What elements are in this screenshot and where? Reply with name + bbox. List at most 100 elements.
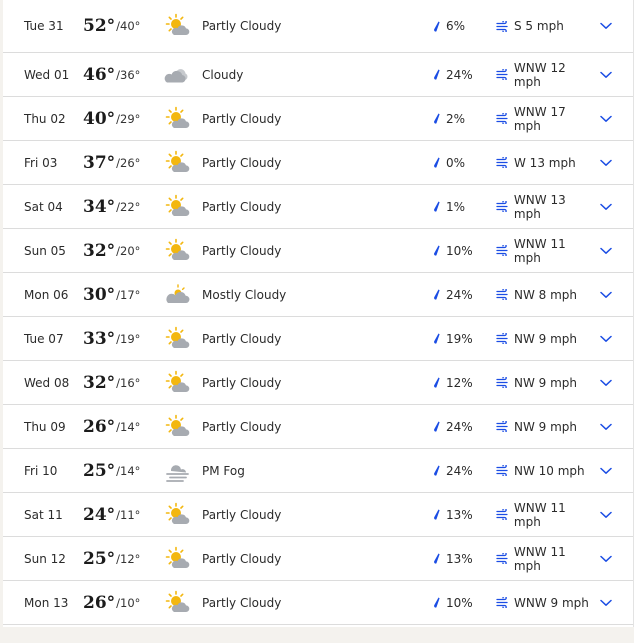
forecast-row[interactable]: Sat 04 34° /22° Partly Cloudy 1% WNW 13 … (3, 185, 633, 229)
wind-value: WNW 12 mph (513, 60, 566, 89)
raindrop-icon (434, 421, 440, 432)
forecast-row[interactable]: Thu 09 26° /14° Partly Cloudy 24% NW 9 m… (3, 405, 633, 449)
precip-chance: 19% (446, 331, 473, 346)
temperature: 30° /17° (83, 273, 161, 316)
high-temp: 32° (83, 240, 116, 261)
weather-icon (164, 229, 192, 272)
wind-value: NW 9 mph (514, 331, 578, 346)
wind: NW 10 mph (496, 449, 596, 492)
wind: WNW 12 mph (496, 53, 596, 96)
chevron-down-icon (600, 159, 612, 166)
precip-chance: 24% (446, 67, 473, 82)
chevron-down-icon (600, 379, 612, 386)
raindrop-icon (434, 509, 440, 520)
raindrop-icon (434, 289, 440, 300)
chevron-down-icon (600, 599, 612, 606)
wind: WNW 9 mph (496, 581, 596, 624)
precipitation: 0% (433, 141, 488, 184)
forecast-row[interactable]: Tue 31 52° /40° Partly Cloudy 6% S 5 mph (3, 0, 633, 53)
expand-row-button[interactable] (595, 0, 617, 52)
weather-icon (164, 449, 192, 492)
wind-value: WNW 9 mph (514, 595, 589, 610)
raindrop-icon (434, 245, 440, 256)
expand-row-button[interactable] (595, 97, 617, 140)
day-label: Sun 12 (24, 551, 66, 566)
weather-icon (164, 317, 192, 360)
forecast-row[interactable]: Sun 12 25° /12° Partly Cloudy 13% WNW 11… (3, 537, 633, 581)
precip-chance: 10% (446, 243, 473, 258)
raindrop-icon (434, 553, 440, 564)
low-temp: /19° (116, 331, 141, 346)
mostly-cloudy-icon (166, 283, 190, 303)
expand-row-button[interactable] (595, 273, 617, 316)
wind-icon (496, 201, 508, 212)
wind: WNW 17 mph (496, 97, 596, 140)
temperature: 33° /19° (83, 317, 161, 360)
expand-row-button[interactable] (595, 493, 617, 536)
expand-row-button[interactable] (595, 141, 617, 184)
chevron-down-icon (600, 291, 612, 298)
wind: WNW 11 mph (496, 493, 596, 536)
raindrop-icon (434, 113, 440, 124)
wind: NW 9 mph (496, 361, 596, 404)
cloudy-icon (164, 68, 188, 82)
expand-row-button[interactable] (595, 361, 617, 404)
precipitation: 1% (433, 185, 488, 228)
temperature: 40° /29° (83, 97, 161, 140)
raindrop-icon (434, 201, 440, 212)
wind: S 5 mph (496, 0, 596, 52)
precipitation: 10% (433, 229, 488, 272)
condition-text: Partly Cloudy (202, 155, 282, 170)
expand-row-button[interactable] (595, 449, 617, 492)
temperature: 46° /36° (83, 53, 161, 96)
forecast-row[interactable]: Thu 02 40° /29° Partly Cloudy 2% WNW 17 … (3, 97, 633, 141)
high-temp: 24° (83, 504, 116, 525)
forecast-row[interactable]: Sat 11 24° /11° Partly Cloudy 13% WNW 11… (3, 493, 633, 537)
forecast-row[interactable]: Sun 05 32° /20° Partly Cloudy 10% WNW 11… (3, 229, 633, 273)
condition-text: Partly Cloudy (202, 507, 282, 522)
low-temp: /40° (116, 19, 141, 33)
condition-text: Partly Cloudy (202, 111, 282, 126)
forecast-row[interactable]: Mon 06 30° /17° Mostly Cloudy 24% NW 8 m… (3, 273, 633, 317)
low-temp: /26° (116, 155, 141, 170)
precipitation: 12% (433, 361, 488, 404)
precipitation: 19% (433, 317, 488, 360)
expand-row-button[interactable] (595, 53, 617, 96)
precip-chance: 24% (446, 287, 473, 302)
forecast-row[interactable]: Fri 03 37° /26° Partly Cloudy 0% W 13 mp… (3, 141, 633, 185)
raindrop-icon (434, 21, 440, 32)
wind: WNW 13 mph (496, 185, 596, 228)
expand-row-button[interactable] (595, 581, 617, 624)
expand-row-button[interactable] (595, 537, 617, 580)
expand-row-button[interactable] (595, 185, 617, 228)
chevron-down-icon (600, 335, 612, 342)
temperature: 52° /40° (83, 0, 161, 52)
forecast-row[interactable]: Mon 13 26° /10° Partly Cloudy 10% WNW 9 … (3, 581, 633, 625)
expand-row-button[interactable] (595, 229, 617, 272)
partly-cloudy-icon (165, 194, 190, 216)
high-temp: 33° (83, 328, 116, 349)
condition-text: Partly Cloudy (202, 199, 282, 214)
day-label: Sun 05 (24, 243, 66, 258)
day-label: Fri 03 (24, 155, 58, 170)
forecast-row[interactable]: Fri 10 25° /14° PM Fog 24% NW 10 mph (3, 449, 633, 493)
raindrop-icon (434, 333, 440, 344)
low-temp: /11° (116, 507, 141, 522)
precipitation: 24% (433, 53, 488, 96)
condition-text: Partly Cloudy (202, 375, 282, 390)
temperature: 25° /14° (83, 449, 161, 492)
wind-value: NW 9 mph (514, 375, 578, 390)
day-label: Mon 13 (24, 595, 69, 610)
forecast-row[interactable]: Wed 08 32° /16° Partly Cloudy 12% NW 9 m… (3, 361, 633, 405)
partly-cloudy-icon (165, 370, 190, 392)
wind: NW 9 mph (496, 317, 596, 360)
partly-cloudy-icon (165, 414, 190, 436)
forecast-row[interactable]: Wed 01 46° /36° Cloudy 24% WNW 12 mph (3, 53, 633, 97)
forecast-row[interactable]: Tue 07 33° /19° Partly Cloudy 19% NW 9 m… (3, 317, 633, 361)
condition-text: Mostly Cloudy (202, 287, 287, 302)
raindrop-icon (434, 377, 440, 388)
expand-row-button[interactable] (595, 317, 617, 360)
high-temp: 34° (83, 196, 116, 217)
temperature: 26° /10° (83, 581, 161, 624)
expand-row-button[interactable] (595, 405, 617, 448)
